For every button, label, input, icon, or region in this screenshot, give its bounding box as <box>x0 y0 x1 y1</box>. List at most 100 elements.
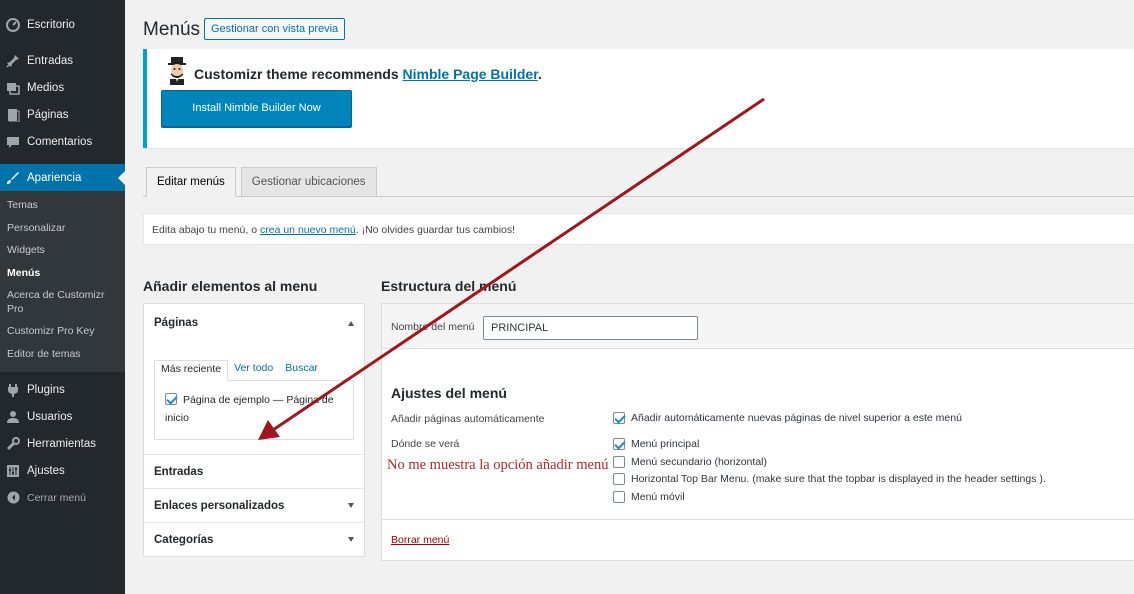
dashboard-icon <box>5 17 21 33</box>
sidebar-item-label: Comentarios <box>27 135 93 148</box>
accordion-enlaces-header[interactable]: Enlaces personalizados <box>144 488 364 522</box>
notice-text: Customizr theme recommends <box>194 66 399 82</box>
annotation-text: No me muestra la opción añadir menú <box>387 457 609 473</box>
admin-sidebar: Escritorio Entradas Medios Páginas Comen… <box>0 0 125 594</box>
menu-structure-title: Estructura del menú <box>381 278 517 294</box>
menu-settings-title: Ajustes del menú <box>391 385 507 401</box>
nav-tabs: Editar menús Gestionar ubicaciones <box>146 167 382 197</box>
pages-tabs: Más reciente Ver todo Buscar <box>154 360 354 381</box>
location-option[interactable]: Menú principal <box>613 438 699 450</box>
menu-settings: Ajustes del menú Añadir páginas automáti… <box>382 349 1134 520</box>
sidebar-item-label: Herramientas <box>27 437 97 450</box>
location-option[interactable]: Menú secundario (horizontal) <box>613 456 767 468</box>
sidebar-item-ajustes[interactable]: Ajustes <box>0 457 125 484</box>
auto-add-label: Añadir páginas automáticamente <box>391 413 545 425</box>
delete-menu-link[interactable]: Borrar menú <box>391 534 449 546</box>
mascot-logo-icon <box>166 57 188 85</box>
pin-icon <box>5 53 21 69</box>
sidebar-item-comentarios[interactable]: Comentarios <box>0 128 125 155</box>
accordion-categorias-header[interactable]: Categorías <box>144 522 364 556</box>
collapse-icon <box>5 490 21 506</box>
sidebar-item-label: Ajustes <box>27 464 65 477</box>
location-option[interactable]: Menú móvil <box>613 491 685 503</box>
location-option[interactable]: Horizontal Top Bar Menu. (make sure that… <box>613 473 1046 485</box>
tab-ver-todo[interactable]: Ver todo <box>228 360 279 381</box>
settings-icon <box>5 463 21 479</box>
accordion-title: Páginas <box>154 317 199 329</box>
expand-arrow-icon <box>348 537 354 542</box>
expand-arrow-icon <box>348 503 354 508</box>
brush-icon <box>5 170 21 186</box>
appearance-submenu: Temas Personalizar Widgets Menús Acerca … <box>0 191 125 372</box>
auto-add-checkbox[interactable] <box>613 412 625 424</box>
sidebar-item-medios[interactable]: Medios <box>0 74 125 101</box>
location-label: Horizontal Top Bar Menu. (make sure that… <box>631 473 1046 485</box>
sidebar-item-herramientas[interactable]: Herramientas <box>0 430 125 457</box>
accordion-title: Enlaces personalizados <box>154 499 285 512</box>
page-title: Menús <box>143 19 201 40</box>
location-label: Menú secundario (horizontal) <box>631 456 767 468</box>
tab-buscar[interactable]: Buscar <box>279 360 324 381</box>
submenu-widgets[interactable]: Widgets <box>0 240 125 263</box>
sidebar-item-label: Páginas <box>27 108 69 121</box>
manage-menus-box: Edita abajo tu menú, o crea un nuevo men… <box>143 213 1134 245</box>
notice-suffix: . <box>537 66 542 82</box>
users-icon <box>5 409 21 425</box>
page-item-label: Página de ejemplo — Página de inicio <box>165 394 334 424</box>
accordion-entradas-header[interactable]: Entradas <box>144 454 364 488</box>
submenu-editor-temas[interactable]: Editor de temas <box>0 344 125 367</box>
wrench-icon <box>5 436 21 452</box>
accordion-title: Entradas <box>154 465 204 478</box>
manage-suffix: . ¡No olvides guardar tus cambios! <box>355 224 516 236</box>
sidebar-item-apariencia[interactable]: Apariencia <box>0 164 125 191</box>
tab-gestionar-ubicaciones[interactable]: Gestionar ubicaciones <box>240 167 377 197</box>
menu-name-label: Nombre del menú <box>391 321 475 333</box>
display-location-label: Dónde se verá <box>391 438 460 450</box>
nimble-page-builder-link[interactable]: Nimble Page Builder <box>403 66 538 82</box>
location-checkbox[interactable] <box>613 456 625 468</box>
sidebar-item-usuarios[interactable]: Usuarios <box>0 403 125 430</box>
submenu-acerca-customizr[interactable]: Acerca de Customizr Pro <box>0 285 125 321</box>
sidebar-item-label: Plugins <box>27 383 65 396</box>
sidebar-item-label: Escritorio <box>27 18 75 31</box>
main-content: Menús Gestionar con vista previa Customi… <box>125 0 1134 594</box>
sidebar-item-plugins[interactable]: Plugins <box>0 376 125 403</box>
comment-icon <box>5 134 21 150</box>
page-icon <box>5 107 21 123</box>
sidebar-item-paginas[interactable]: Páginas <box>0 101 125 128</box>
plugin-icon <box>5 382 21 398</box>
submenu-customizr-key[interactable]: Customizr Pro Key <box>0 321 125 344</box>
collapse-menu-button[interactable]: Cerrar menú <box>0 484 125 511</box>
location-checkbox[interactable] <box>613 491 625 503</box>
menu-name-header: Nombre del menú <box>382 304 1134 349</box>
manage-with-preview-button[interactable]: Gestionar con vista previa <box>204 18 346 40</box>
location-checkbox[interactable] <box>613 473 625 485</box>
sidebar-item-entradas[interactable]: Entradas <box>0 47 125 74</box>
auto-add-text: Añadir automáticamente nuevas páginas de… <box>631 412 962 424</box>
notice-message: Customizr theme recommends Nimble Page B… <box>194 66 542 82</box>
page-checkbox[interactable] <box>165 393 177 405</box>
auto-add-option[interactable]: Añadir automáticamente nuevas páginas de… <box>613 412 962 424</box>
submenu-menus[interactable]: Menús <box>0 263 125 286</box>
menu-edit-frame: Nombre del menú Ajustes del menú Añadir … <box>381 303 1134 561</box>
location-label: Menú móvil <box>631 491 685 503</box>
submenu-temas[interactable]: Temas <box>0 195 125 218</box>
add-items-title: Añadir elementos al menu <box>143 278 318 294</box>
location-checkbox[interactable] <box>613 438 625 450</box>
sidebar-item-label: Medios <box>27 81 65 94</box>
sidebar-item-label: Entradas <box>27 54 74 67</box>
location-label: Menú principal <box>631 438 700 450</box>
tab-mas-reciente[interactable]: Más reciente <box>154 360 229 381</box>
sidebar-item-escritorio[interactable]: Escritorio <box>0 11 125 38</box>
add-menu-items-accordion: Páginas Más reciente Ver todo Buscar Pág… <box>143 303 365 557</box>
media-icon <box>5 80 21 96</box>
tab-editar-menus[interactable]: Editar menús <box>146 167 236 197</box>
accordion-paginas-header[interactable]: Páginas <box>144 304 364 342</box>
sidebar-item-label: Usuarios <box>27 410 73 423</box>
menu-name-input[interactable] <box>483 316 698 340</box>
submenu-personalizar[interactable]: Personalizar <box>0 218 125 241</box>
create-new-menu-link[interactable]: crea un nuevo menú <box>260 224 356 236</box>
pages-list: Página de ejemplo — Página de inicio <box>154 380 354 440</box>
manage-prefix: Edita abajo tu menú, o <box>152 224 258 236</box>
install-nimble-button[interactable]: Install Nimble Builder Now <box>161 90 352 127</box>
